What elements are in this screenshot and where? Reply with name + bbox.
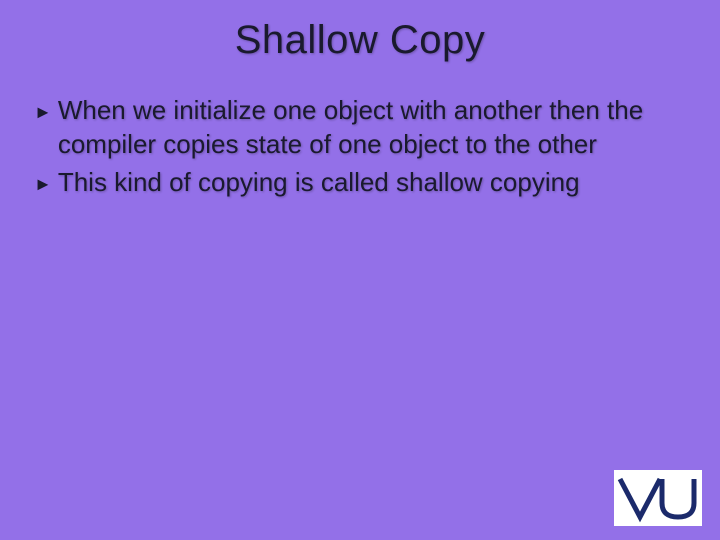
slide-content: ► When we initialize one object with ano… bbox=[0, 63, 720, 199]
slide-title: Shallow Copy bbox=[0, 0, 720, 63]
vu-logo-icon bbox=[616, 473, 700, 523]
vu-logo bbox=[614, 470, 702, 526]
bullet-item: ► When we initialize one object with ano… bbox=[34, 93, 686, 161]
bullet-marker-icon: ► bbox=[34, 95, 52, 129]
bullet-marker-icon: ► bbox=[34, 167, 52, 201]
bullet-text: This kind of copying is called shallow c… bbox=[58, 165, 580, 199]
slide: Shallow Copy ► When we initialize one ob… bbox=[0, 0, 720, 540]
bullet-item: ► This kind of copying is called shallow… bbox=[34, 165, 686, 199]
bullet-text: When we initialize one object with anoth… bbox=[58, 93, 658, 161]
